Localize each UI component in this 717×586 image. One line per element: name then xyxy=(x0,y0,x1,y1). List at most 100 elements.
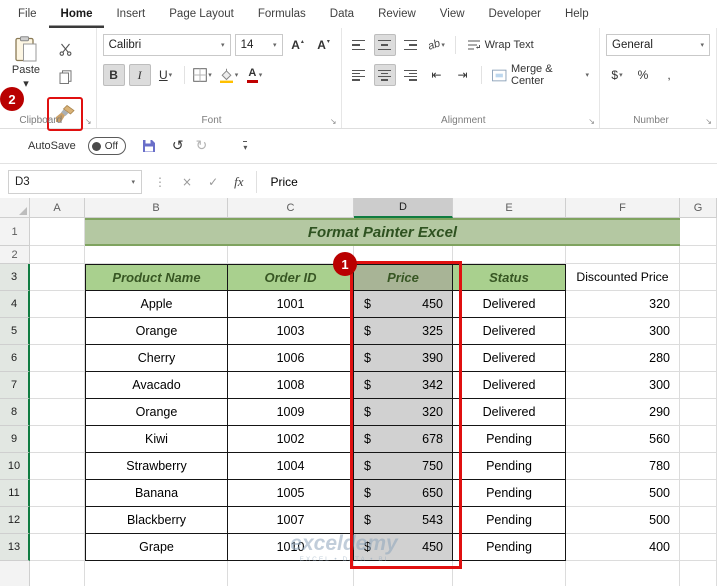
tab-help[interactable]: Help xyxy=(553,1,601,28)
cell-G9[interactable] xyxy=(680,426,717,453)
column-header-A[interactable]: A xyxy=(30,198,85,218)
align-left-button[interactable] xyxy=(348,64,370,86)
tab-developer[interactable]: Developer xyxy=(477,1,553,28)
cell-product[interactable]: Cherry xyxy=(85,345,228,372)
bold-button[interactable]: B xyxy=(102,64,125,86)
percent-style-button[interactable]: % xyxy=(632,64,654,86)
cell-A12[interactable] xyxy=(30,507,85,534)
cell-status[interactable]: Delivered xyxy=(453,345,566,372)
header-status[interactable]: Status xyxy=(453,264,566,291)
paste-button[interactable]: Paste ▾ xyxy=(6,34,46,126)
cell-A14[interactable] xyxy=(30,561,85,586)
cell-order-id[interactable]: 1007 xyxy=(228,507,354,534)
font-name-select[interactable]: Calibri ▾ xyxy=(102,34,231,56)
tab-page-layout[interactable]: Page Layout xyxy=(157,1,246,28)
fill-color-button[interactable]: ▾ xyxy=(218,64,240,86)
cell-F2[interactable] xyxy=(566,246,680,264)
row-header-5[interactable]: 5 xyxy=(0,318,30,345)
cell-status[interactable]: Delivered xyxy=(453,372,566,399)
save-button[interactable] xyxy=(138,135,160,157)
row-header-2[interactable]: 2 xyxy=(0,246,30,264)
cell-A6[interactable] xyxy=(30,345,85,372)
cell-discounted[interactable]: 290 xyxy=(566,399,680,426)
undo-button[interactable]: ↺ xyxy=(172,138,184,154)
cell-A11[interactable] xyxy=(30,480,85,507)
underline-button[interactable]: U ▾ xyxy=(155,64,177,86)
tab-review[interactable]: Review xyxy=(366,1,428,28)
cell-A13[interactable] xyxy=(30,534,85,561)
cell-E2[interactable] xyxy=(453,246,566,264)
cell-A3[interactable] xyxy=(30,264,85,291)
name-box[interactable]: D3 ▾ xyxy=(8,170,142,194)
cell-order-id[interactable]: 1001 xyxy=(228,291,354,318)
top-align-button[interactable] xyxy=(348,34,370,56)
align-right-button[interactable] xyxy=(400,64,422,86)
cell-A8[interactable] xyxy=(30,399,85,426)
cell-product[interactable]: Kiwi xyxy=(85,426,228,453)
cell-product[interactable]: Orange xyxy=(85,318,228,345)
row-header-3[interactable]: 3 xyxy=(0,264,30,291)
cell-discounted[interactable]: 500 xyxy=(566,507,680,534)
cell-G14[interactable] xyxy=(680,561,717,586)
cell-A7[interactable] xyxy=(30,372,85,399)
font-size-select[interactable]: 14 ▾ xyxy=(234,34,283,56)
middle-align-button[interactable] xyxy=(373,34,396,56)
increase-indent-button[interactable]: ⇥ xyxy=(452,64,474,86)
column-header-G[interactable]: G xyxy=(680,198,717,218)
cell-status[interactable]: Delivered xyxy=(453,318,566,345)
cell-G6[interactable] xyxy=(680,345,717,372)
cell-discounted[interactable]: 400 xyxy=(566,534,680,561)
cell-product[interactable]: Grape xyxy=(85,534,228,561)
tab-data[interactable]: Data xyxy=(318,1,366,28)
cell-product[interactable]: Banana xyxy=(85,480,228,507)
insert-function-icon[interactable]: fx xyxy=(234,174,243,190)
cell-G11[interactable] xyxy=(680,480,717,507)
redo-button[interactable]: ↻ xyxy=(196,138,208,154)
wrap-text-button[interactable]: Wrap Text xyxy=(463,35,538,55)
cell-order-id[interactable]: 1002 xyxy=(228,426,354,453)
column-header-B[interactable]: B xyxy=(85,198,228,218)
cell-G4[interactable] xyxy=(680,291,717,318)
increase-font-button[interactable]: A ▴ xyxy=(287,34,309,56)
cell-product[interactable]: Avacado xyxy=(85,372,228,399)
header-discounted-price[interactable]: Discounted Price xyxy=(566,264,680,291)
row-header-8[interactable]: 8 xyxy=(0,399,30,426)
formula-input[interactable]: Price xyxy=(255,171,717,193)
cell-discounted[interactable]: 320 xyxy=(566,291,680,318)
row-header-14-partial[interactable] xyxy=(0,561,30,586)
row-header-13[interactable]: 13 xyxy=(0,534,30,561)
bottom-align-button[interactable] xyxy=(400,34,422,56)
align-center-button[interactable] xyxy=(373,64,396,86)
cell-A1[interactable] xyxy=(30,218,85,246)
cell-B14[interactable] xyxy=(85,561,228,586)
cell-A5[interactable] xyxy=(30,318,85,345)
accounting-format-button[interactable]: $ ▾ xyxy=(606,64,628,86)
tab-insert[interactable]: Insert xyxy=(104,1,157,28)
cell-order-id[interactable]: 1008 xyxy=(228,372,354,399)
cell-G3[interactable] xyxy=(680,264,717,291)
copy-button[interactable] xyxy=(52,66,78,88)
decrease-indent-button[interactable]: ⇤ xyxy=(426,64,448,86)
tab-formulas[interactable]: Formulas xyxy=(246,1,318,28)
row-header-10[interactable]: 10 xyxy=(0,453,30,480)
cell-G5[interactable] xyxy=(680,318,717,345)
cell-C14[interactable] xyxy=(228,561,354,586)
cell-A10[interactable] xyxy=(30,453,85,480)
cell-product[interactable]: Orange xyxy=(85,399,228,426)
cell-status[interactable]: Pending xyxy=(453,453,566,480)
cell-G2[interactable] xyxy=(680,246,717,264)
cell-status[interactable]: Delivered xyxy=(453,399,566,426)
cell-G13[interactable] xyxy=(680,534,717,561)
font-dialog-launcher-icon[interactable]: ↘ xyxy=(330,117,337,126)
cell-order-id[interactable]: 1006 xyxy=(228,345,354,372)
cancel-icon[interactable]: × xyxy=(182,175,192,189)
cell-status[interactable]: Pending xyxy=(453,507,566,534)
cell-discounted[interactable]: 780 xyxy=(566,453,680,480)
cell-product[interactable]: Apple xyxy=(85,291,228,318)
cell-order-id[interactable]: 1004 xyxy=(228,453,354,480)
row-header-6[interactable]: 6 xyxy=(0,345,30,372)
cell-discounted[interactable]: 500 xyxy=(566,480,680,507)
row-header-11[interactable]: 11 xyxy=(0,480,30,507)
row-header-4[interactable]: 4 xyxy=(0,291,30,318)
sheet-title[interactable]: Format Painter Excel xyxy=(85,218,680,246)
